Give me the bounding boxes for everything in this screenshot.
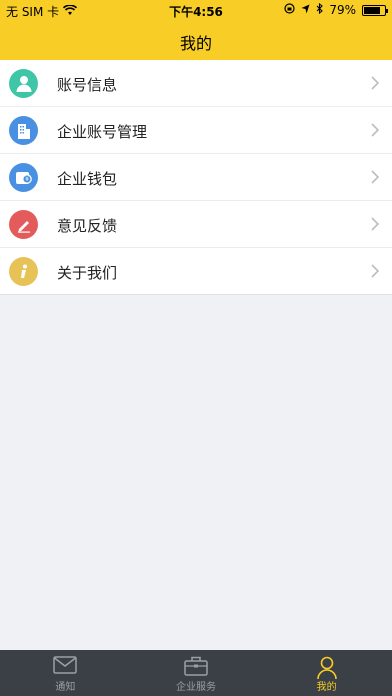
status-bar: 无 SIM 卡 下午4:56 79%	[0, 0, 392, 20]
briefcase-icon	[184, 656, 208, 680]
tab-notifications[interactable]: 通知	[0, 650, 131, 696]
tab-label: 企业服务	[176, 682, 216, 693]
chevron-right-icon	[370, 75, 380, 91]
chevron-right-icon	[370, 169, 380, 185]
screen: 无 SIM 卡 下午4:56 79% 我的 账号信息 企业账号管理 ¥ 企业钱包…	[0, 0, 392, 696]
battery-fill	[364, 6, 380, 14]
tab-bar: 通知 企业服务 我的	[0, 650, 392, 696]
header: 无 SIM 卡 下午4:56 79% 我的	[0, 0, 392, 60]
svg-text:¥: ¥	[25, 176, 29, 183]
bluetooth-icon	[316, 2, 324, 17]
chevron-right-icon	[370, 263, 380, 279]
page-title: 我的	[179, 34, 212, 53]
tab-enterprise-services[interactable]: 企业服务	[131, 650, 262, 696]
chevron-right-icon	[370, 122, 380, 138]
rotation-lock-icon	[284, 3, 295, 17]
menu-item-enterprise-wallet[interactable]: ¥ 企业钱包	[0, 154, 392, 201]
menu-item-label: 关于我们	[57, 264, 118, 282]
menu-item-label: 意见反馈	[57, 217, 118, 235]
menu-item-about-us[interactable]: 关于我们	[0, 248, 392, 295]
mail-icon	[53, 656, 78, 678]
menu-list: 账号信息 企业账号管理 ¥ 企业钱包 意见反馈 关于我们	[0, 60, 392, 295]
battery-icon	[362, 4, 388, 16]
tab-mine[interactable]: 我的	[261, 650, 392, 696]
building-icon	[9, 116, 38, 145]
menu-item-account-info[interactable]: 账号信息	[0, 60, 392, 107]
menu-item-feedback[interactable]: 意见反馈	[0, 201, 392, 248]
battery-percent: 79%	[329, 3, 356, 17]
info-icon	[9, 257, 38, 286]
menu-item-label: 账号信息	[57, 76, 118, 94]
pencil-icon	[9, 210, 38, 239]
wallet-icon: ¥	[9, 163, 38, 192]
menu-item-label: 企业钱包	[57, 170, 118, 188]
chevron-right-icon	[370, 216, 380, 232]
menu-item-enterprise-account[interactable]: 企业账号管理	[0, 107, 392, 154]
location-icon	[301, 3, 310, 17]
tab-label: 我的	[316, 682, 337, 693]
tab-label: 通知	[55, 682, 76, 693]
menu-item-label: 企业账号管理	[57, 123, 148, 141]
user-icon	[9, 69, 38, 98]
